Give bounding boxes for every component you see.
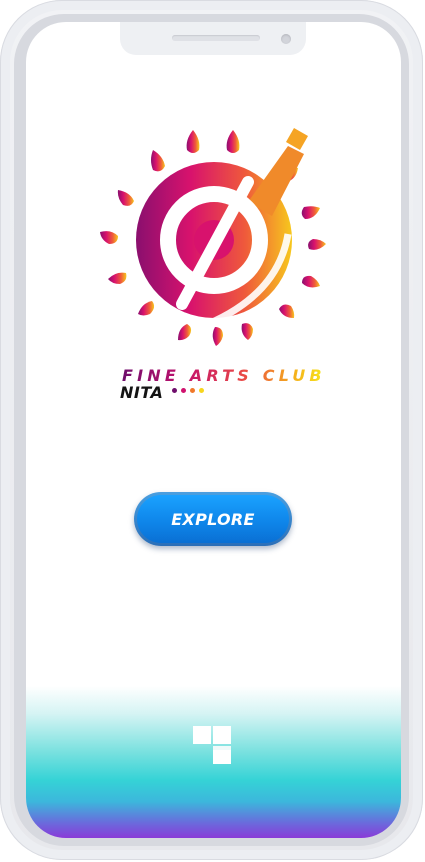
tile-blocks-icon bbox=[193, 726, 231, 764]
dot-orange bbox=[190, 388, 195, 393]
phone-notch bbox=[120, 22, 306, 55]
explore-button[interactable]: EXPLORE bbox=[137, 495, 289, 543]
club-dots bbox=[172, 388, 204, 393]
app-screen: FINE ARTS CLUB NITA EXPLORE bbox=[26, 22, 401, 838]
dot-purple bbox=[172, 388, 177, 393]
front-camera bbox=[281, 34, 291, 44]
fine-arts-club-logo bbox=[100, 128, 326, 346]
club-subtitle: NITA bbox=[120, 383, 164, 402]
dot-magenta bbox=[181, 388, 186, 393]
speaker-grille bbox=[172, 35, 260, 41]
explore-button-ring: EXPLORE bbox=[134, 492, 292, 546]
dot-yellow bbox=[199, 388, 204, 393]
